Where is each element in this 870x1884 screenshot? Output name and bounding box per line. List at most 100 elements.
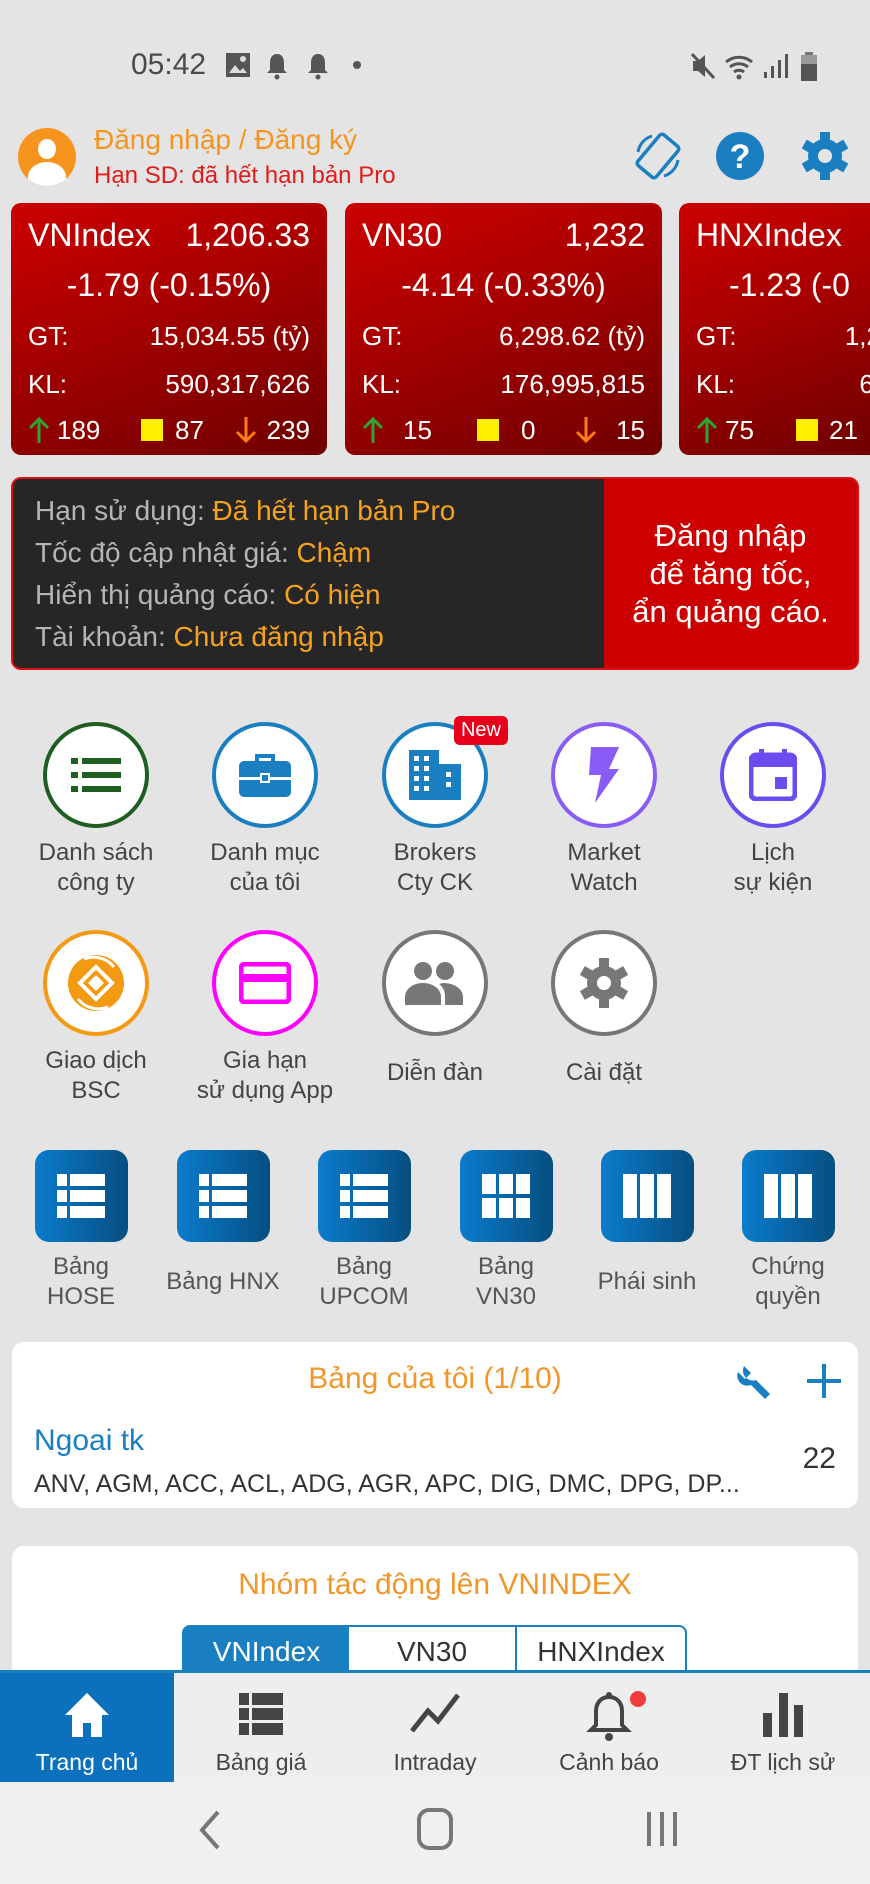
advances-count: 75 <box>725 415 754 445</box>
columns-icon <box>600 1150 694 1242</box>
board-hnx[interactable]: Bảng HNX <box>152 1150 294 1297</box>
feature-settings[interactable]: Cài đặt <box>519 930 689 1088</box>
board-upcom[interactable]: Bảng UPCOM <box>293 1150 435 1312</box>
info-value: Đã hết hạn bản Pro <box>212 495 456 526</box>
table-rows-icon <box>176 1150 270 1242</box>
gt-label: GT: <box>696 321 737 351</box>
nav-alerts[interactable]: Cảnh báo <box>522 1673 696 1782</box>
status-bar: 05:42 <box>0 0 870 110</box>
board-label: Bảng HNX <box>166 1268 280 1295</box>
tab-vn30[interactable]: VN30 <box>349 1625 517 1675</box>
info-label: Hạn sử dụng: <box>35 495 213 526</box>
briefcase-icon <box>239 754 291 797</box>
line-chart-icon <box>410 1693 460 1733</box>
back-icon[interactable] <box>198 1810 222 1850</box>
arrow-up-icon <box>362 417 384 443</box>
table-rows-icon <box>317 1150 411 1242</box>
bell-icon <box>586 1692 632 1741</box>
image-icon <box>226 53 250 77</box>
feature-label: Lịch sự kiện <box>733 839 813 896</box>
index-price: 1,232 <box>564 217 645 253</box>
gt-value: 6,298.62 (tỷ) <box>499 321 645 351</box>
gt-value: 1,2 <box>844 321 870 351</box>
feature-icon-circle <box>212 722 318 828</box>
bell-icon <box>308 54 328 80</box>
unchanged-icon <box>141 419 163 441</box>
index-change: -1.23 (-0 <box>729 267 850 303</box>
tab-hnxindex[interactable]: HNXIndex <box>515 1625 687 1675</box>
kl-value: 590,317,626 <box>165 369 310 399</box>
feature-label: Diễn đàn <box>386 1059 484 1086</box>
feature-icon-circle <box>43 722 149 828</box>
feature-icon-circle: New <box>382 716 508 828</box>
index-card-vnindex[interactable]: VNIndex 1,206.33 -1.79 (-0.15%) GT: 15,0… <box>11 203 327 455</box>
kl-label: KL: <box>28 369 68 399</box>
feature-forum[interactable]: Diễn đàn <box>350 930 520 1088</box>
unchanged-count: 0 <box>521 415 536 445</box>
board-vn30[interactable]: Bảng VN30 <box>435 1150 577 1312</box>
info-row-speed: Tốc độ cập nhật giá: Chậm <box>35 537 371 569</box>
index-card-vn30[interactable]: VN30 1,232 -4.14 (-0.33%) GT: 6,298.62 (… <box>345 203 662 455</box>
recent-apps-icon[interactable] <box>645 1810 679 1848</box>
tab-vnindex[interactable]: VNIndex <box>182 1625 351 1675</box>
info-label: Tốc độ cập nhật giá: <box>35 537 297 568</box>
people-icon <box>405 962 463 1005</box>
watchlist-symbols: ANV, AGM, ACC, ACL, ADG, AGR, APC, DIG, … <box>34 1470 740 1498</box>
app-header: Đăng nhập / Đăng ký Hạn SD: đã hết hạn b… <box>0 118 870 198</box>
info-label: Hiển thị quảng cáo: <box>35 579 285 610</box>
signal-icon <box>764 54 788 78</box>
login-cta-button[interactable]: Đăng nhập để tăng tốc, ẩn quảng cáo. <box>604 479 857 668</box>
board-derivatives[interactable]: Phái sinh <box>576 1150 718 1297</box>
avatar[interactable] <box>18 128 76 186</box>
nav-price-board[interactable]: Bảng giá <box>174 1673 348 1782</box>
battery-icon <box>801 52 817 81</box>
arrow-down-icon <box>235 417 257 443</box>
feature-icon-circle <box>720 722 826 828</box>
wrench-icon[interactable] <box>734 1362 774 1402</box>
index-name: HNXIndex <box>696 217 842 253</box>
feature-brokers[interactable]: New Brokers Cty CK <box>350 716 520 898</box>
unchanged-icon <box>477 419 499 441</box>
declines-count: 239 <box>266 415 310 445</box>
gt-value: 15,034.55 (tỷ) <box>149 321 310 351</box>
feature-bsc-trading[interactable]: Giao dịch BSC <box>11 930 181 1106</box>
board-label: Bảng VN30 <box>475 1253 537 1310</box>
login-register-link[interactable]: Đăng nhập / Đăng ký <box>94 124 357 156</box>
feature-label: Market Watch <box>567 839 641 896</box>
watchlist-name[interactable]: Ngoai tk <box>34 1424 144 1458</box>
cta-line: Đăng nhập <box>654 517 807 553</box>
kl-label: KL: <box>362 369 402 399</box>
new-badge: New <box>453 716 508 745</box>
nav-home[interactable]: Trang chủ <box>0 1673 174 1782</box>
lightning-icon <box>589 747 619 803</box>
feature-market-watch[interactable]: Market Watch <box>519 722 689 898</box>
impact-title: Nhóm tác động lên VNINDEX <box>238 1568 632 1601</box>
feature-icon-circle <box>43 930 149 1036</box>
help-icon[interactable]: ? <box>714 130 766 182</box>
home-button-icon[interactable] <box>417 1808 453 1850</box>
settings-icon[interactable] <box>799 130 851 182</box>
index-change: -4.14 (-0.33%) <box>401 267 606 303</box>
gear-icon <box>579 958 629 1008</box>
rotate-icon[interactable] <box>632 130 684 182</box>
add-icon[interactable] <box>805 1362 843 1400</box>
board-warrants[interactable]: Chứng quyền <box>717 1150 859 1312</box>
board-label: Chứng quyền <box>751 1253 825 1310</box>
feature-icon-circle <box>382 930 488 1036</box>
nav-history[interactable]: ĐT lịch sử <box>696 1673 870 1782</box>
feature-my-portfolio[interactable]: Danh mục của tôi <box>180 722 350 898</box>
feature-event-calendar[interactable]: Lịch sự kiện <box>688 722 858 898</box>
board-hose[interactable]: Bảng HOSE <box>10 1150 152 1312</box>
index-card-hnxindex[interactable]: HNXIndex -1.23 (-0 GT: 1,2 KL: 6: 75 21 <box>679 203 870 455</box>
feature-label: Gia hạn sử dụng App <box>196 1047 334 1104</box>
unchanged-count: 21 <box>829 415 858 445</box>
nav-label: Intraday <box>393 1749 477 1775</box>
board-label: Bảng UPCOM <box>319 1253 409 1310</box>
table-rows-icon <box>34 1150 128 1242</box>
arrow-down-icon <box>575 417 597 443</box>
nav-intraday[interactable]: Intraday <box>348 1673 522 1782</box>
feature-renew-app[interactable]: Gia hạn sử dụng App <box>180 930 350 1106</box>
feature-company-list[interactable]: Danh sách công ty <box>11 722 181 898</box>
notification-dot <box>630 1691 646 1707</box>
feature-label: Danh mục của tôi <box>210 839 320 896</box>
